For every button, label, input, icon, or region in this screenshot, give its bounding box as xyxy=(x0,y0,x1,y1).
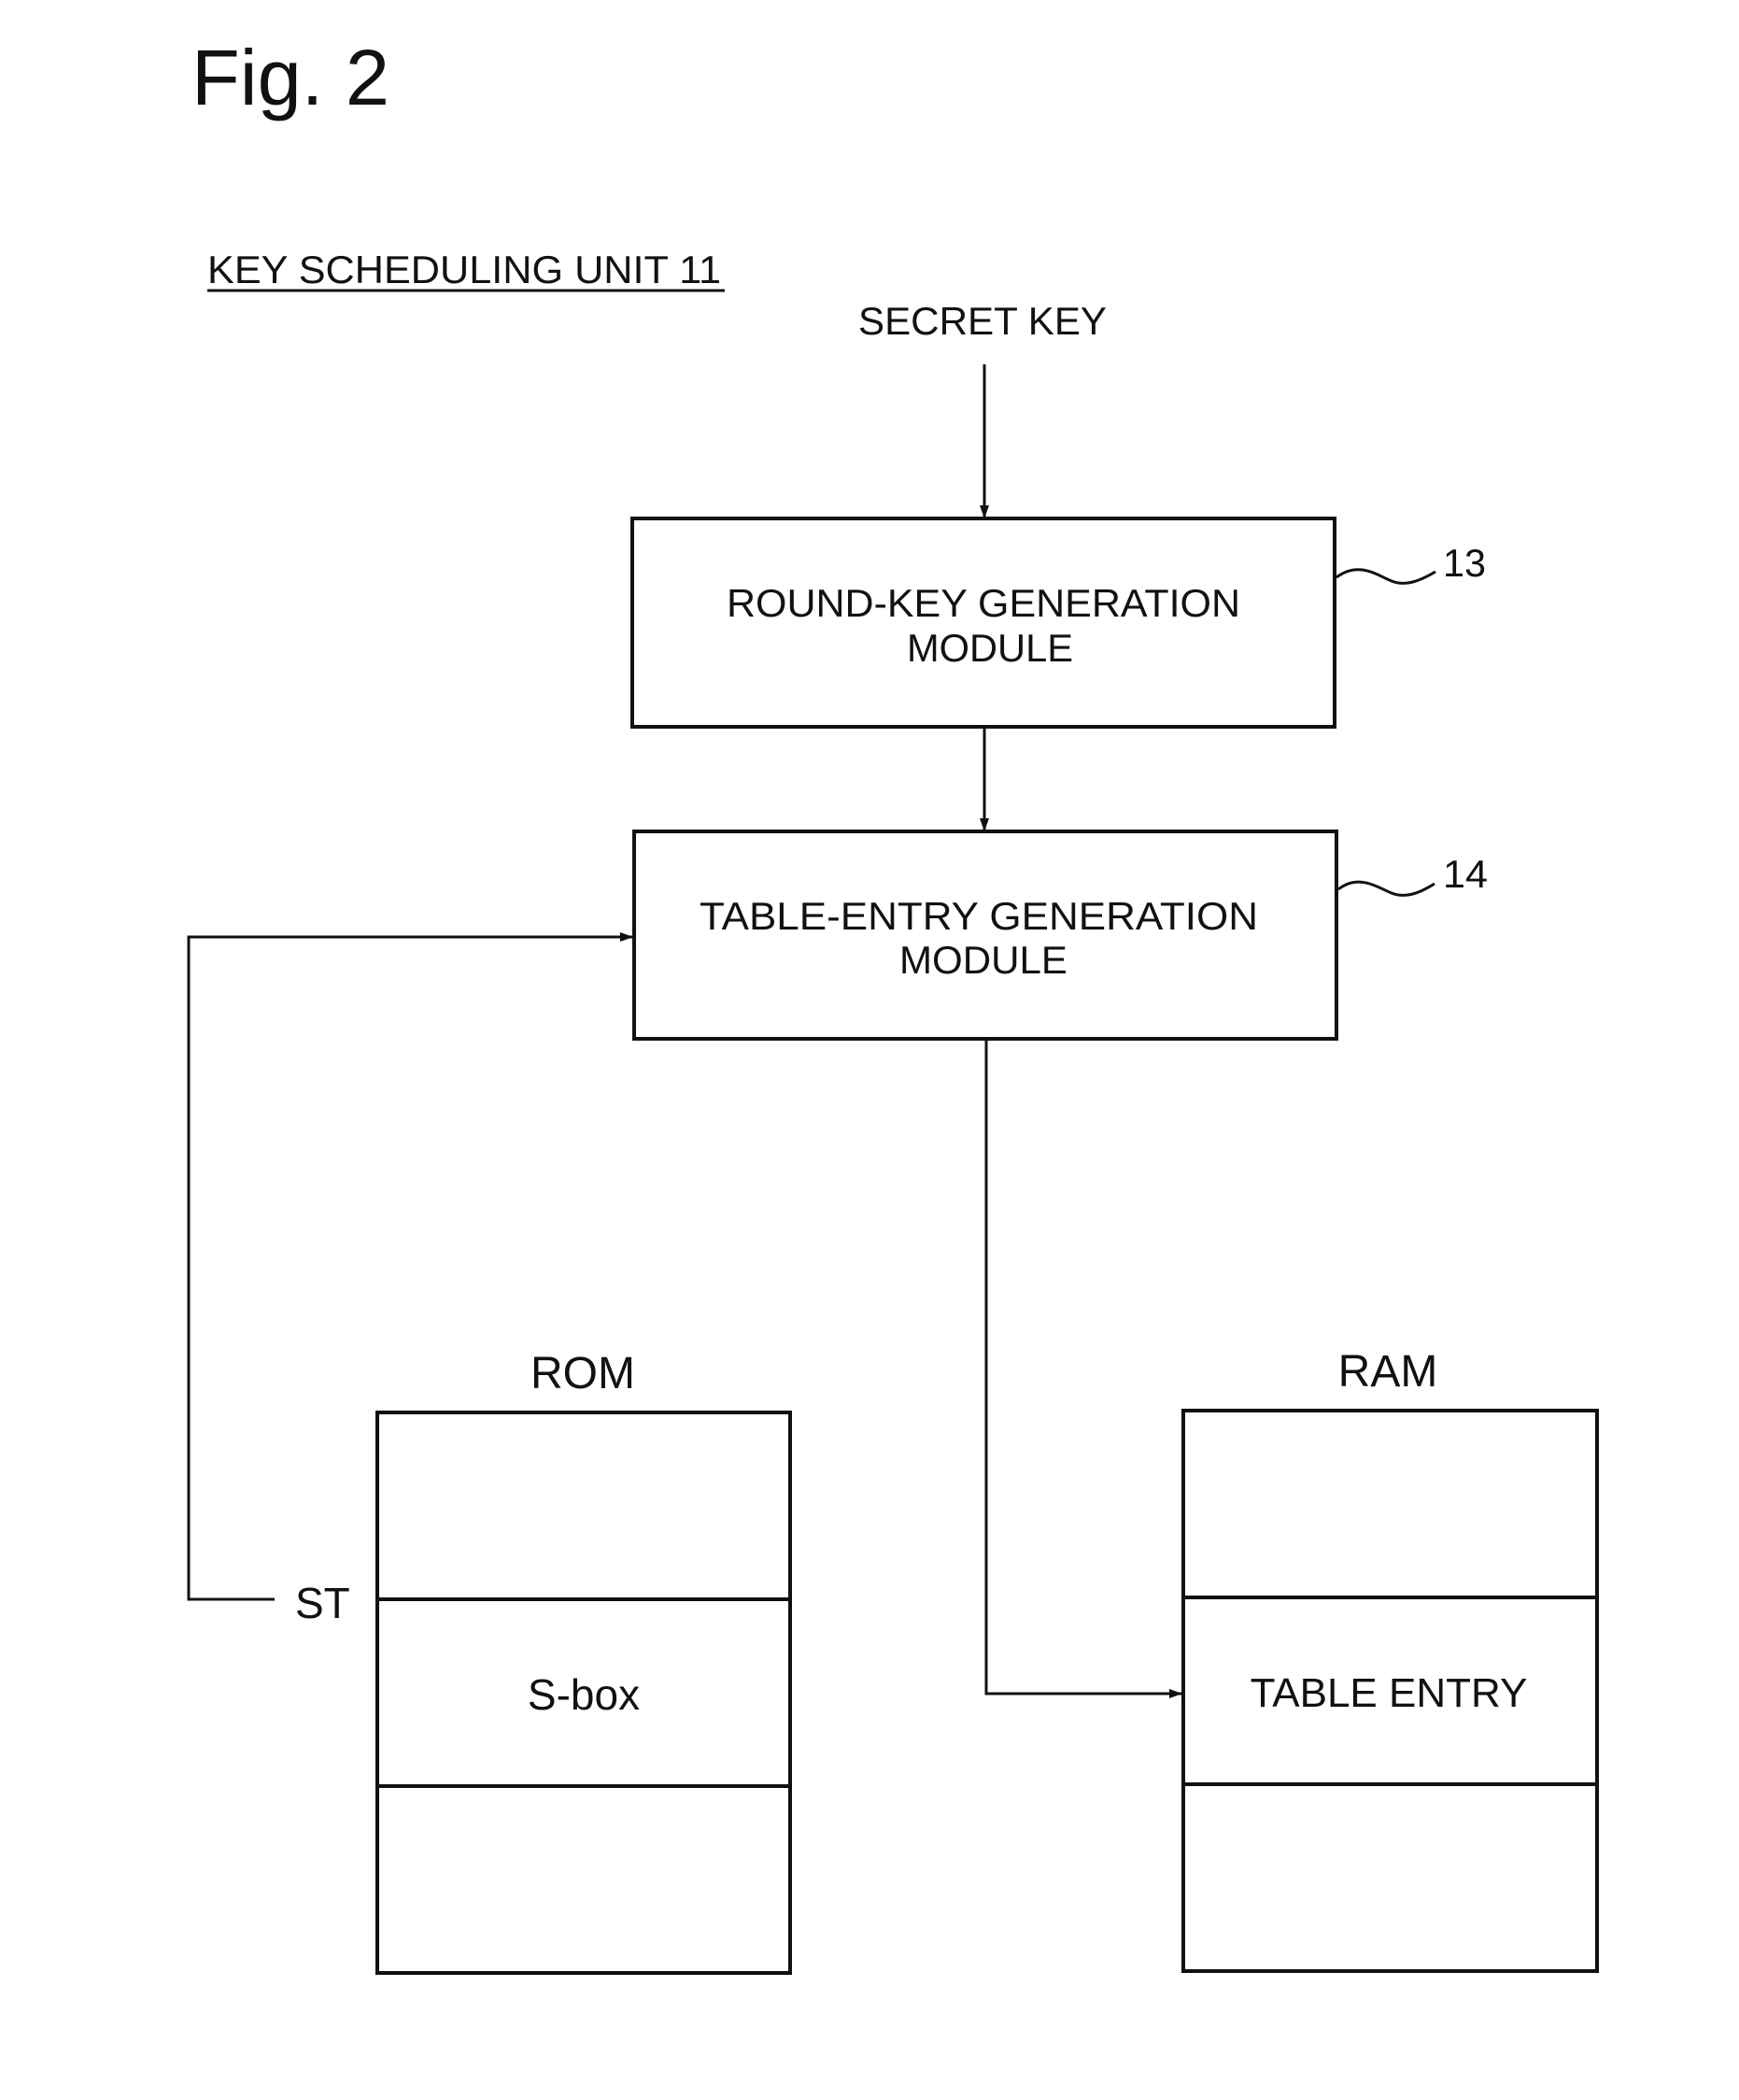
st-to-table-entry-arrow xyxy=(187,932,633,1601)
table-entry-label: TABLE ENTRY xyxy=(1251,1670,1528,1716)
rom-label: ROM xyxy=(530,1349,635,1398)
table-entry-to-ram-arrow xyxy=(984,1041,1182,1698)
ref-14-leader xyxy=(1337,880,1435,897)
ref-13-leader xyxy=(1336,568,1436,585)
ref-14-label: 14 xyxy=(1443,852,1488,896)
st-label: ST xyxy=(295,1579,350,1627)
ram-label: RAM xyxy=(1338,1347,1438,1397)
rom-cell-bottom xyxy=(375,1784,792,1975)
figure-title: Fig. 2 xyxy=(191,34,389,121)
sbox-label: S-box xyxy=(528,1670,640,1719)
ram-cell-top xyxy=(1181,1409,1599,1599)
secret-key-label: SECRET KEY xyxy=(858,299,1107,343)
unit-label: KEY SCHEDULING UNIT 11 xyxy=(207,248,721,291)
ram-cell-bottom xyxy=(1181,1782,1599,1973)
table-entry-module-line1: TABLE-ENTRY GENERATION xyxy=(700,894,1258,938)
rom-cell-top xyxy=(375,1411,792,1601)
round-key-module-line2: MODULE xyxy=(907,626,1073,670)
ref-13-label: 13 xyxy=(1443,541,1486,585)
key-scheduling-diagram: Fig. 2 KEY SCHEDULING UNIT 11 SECRET KEY… xyxy=(187,34,1599,1975)
round-key-module-line1: ROUND-KEY GENERATION xyxy=(727,581,1240,625)
table-entry-module-line2: MODULE xyxy=(899,938,1067,982)
